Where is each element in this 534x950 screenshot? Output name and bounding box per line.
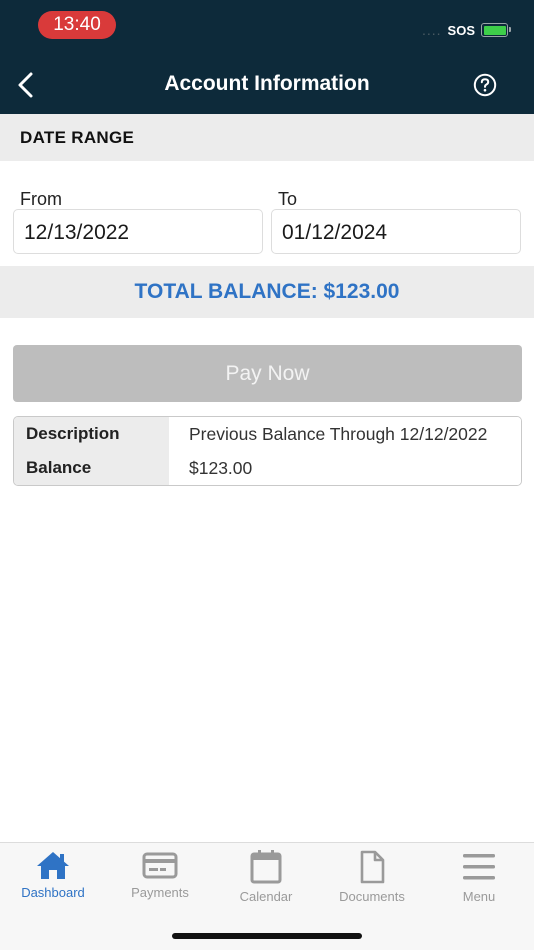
pay-now-button[interactable]: Pay Now: [13, 345, 522, 402]
total-balance-bar: TOTAL BALANCE: $123.00: [0, 266, 534, 318]
tab-dashboard-label: Dashboard: [21, 885, 85, 900]
battery-icon: [481, 23, 511, 37]
total-balance-text: TOTAL BALANCE: $123.00: [134, 280, 400, 303]
from-date-field[interactable]: 12/13/2022: [13, 209, 263, 254]
tab-calendar-label: Calendar: [239, 889, 293, 904]
credit-card-icon: [142, 852, 178, 879]
tab-dashboard[interactable]: Dashboard: [0, 849, 106, 909]
to-date-field[interactable]: 01/12/2024: [271, 209, 521, 254]
details-label-column: Description Balance: [14, 417, 169, 485]
balance-value: $123.00: [189, 458, 253, 478]
calendar-icon: [250, 850, 282, 884]
tab-menu-label: Menu: [462, 889, 496, 904]
description-label: Description: [26, 424, 120, 443]
description-value: Previous Balance Through 12/12/2022: [189, 424, 488, 444]
home-indicator: [172, 933, 362, 939]
page-title: Account Information: [164, 72, 370, 95]
to-label: To: [278, 189, 298, 209]
status-time: 13:40: [38, 11, 116, 39]
from-label: From: [20, 189, 62, 209]
status-indicators: .... SOS: [421, 20, 511, 40]
tab-menu[interactable]: Menu: [426, 849, 532, 909]
hamburger-menu-icon: [463, 854, 495, 880]
app-header: 13:40 .... SOS Account Information: [0, 0, 534, 114]
help-button[interactable]: [473, 73, 497, 97]
tab-payments[interactable]: Payments: [107, 849, 213, 909]
tab-calendar[interactable]: Calendar: [213, 849, 319, 909]
balance-label: Balance: [26, 458, 92, 477]
carrier-label: SOS: [447, 22, 475, 38]
tab-documents[interactable]: Documents: [319, 849, 425, 909]
home-icon: [37, 852, 69, 879]
details-value-column: Previous Balance Through 12/12/2022 $123…: [169, 417, 521, 485]
date-range-header: DATE RANGE: [0, 114, 534, 161]
document-icon: [360, 850, 385, 884]
tab-payments-label: Payments: [131, 885, 189, 900]
question-circle-icon: [473, 73, 497, 97]
signal-dots: ....: [421, 22, 442, 38]
date-range-title: DATE RANGE: [20, 128, 135, 147]
balance-details-table: Description Balance Previous Balance Thr…: [13, 416, 522, 486]
tab-documents-label: Documents: [339, 889, 405, 904]
